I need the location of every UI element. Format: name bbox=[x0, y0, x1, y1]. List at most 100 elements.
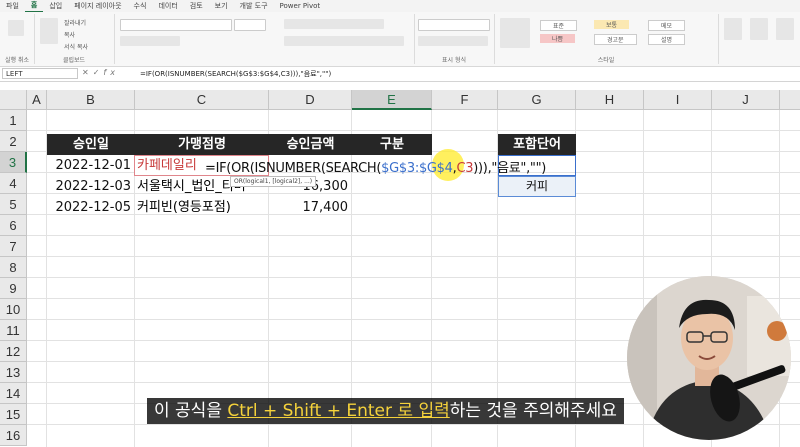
column-header-h[interactable]: H bbox=[576, 90, 644, 110]
cut-button[interactable]: 잘라내기 bbox=[64, 18, 86, 27]
undo-icon[interactable] bbox=[8, 20, 24, 36]
menu-tab-developer[interactable]: 개발 도구 bbox=[234, 0, 274, 12]
alignment-buttons[interactable] bbox=[284, 19, 384, 29]
font-size-select[interactable] bbox=[234, 19, 266, 31]
menu-bar: 파일 홈 삽입 페이지 레이아웃 수식 데이터 검토 보기 개발 도구 Powe… bbox=[0, 0, 800, 13]
menu-tab-file[interactable]: 파일 bbox=[0, 0, 25, 12]
cell-b3[interactable]: 2022-12-01 bbox=[47, 155, 135, 176]
row-header-1[interactable]: 1 bbox=[0, 110, 27, 131]
row-header-5[interactable]: 5 bbox=[0, 194, 27, 215]
row-header-9[interactable]: 9 bbox=[0, 278, 27, 299]
number-format-buttons[interactable] bbox=[418, 36, 488, 46]
format-painter-button[interactable]: 서식 복사 bbox=[64, 42, 88, 51]
merge-center-button[interactable] bbox=[284, 36, 404, 46]
cell-c3[interactable]: 카페데일리 bbox=[137, 155, 197, 176]
column-header-g[interactable]: G bbox=[498, 90, 576, 110]
copy-button[interactable]: 복사 bbox=[64, 30, 75, 39]
styles-group: 표준 나쁨 보통 경고문 메모 설명 스타일 bbox=[494, 14, 719, 64]
cell-c5[interactable]: 커피빈(영등포점) bbox=[137, 197, 231, 218]
style-note[interactable]: 메모 bbox=[648, 20, 686, 31]
formula-range-ref: $G$3:$G$4 bbox=[381, 161, 453, 176]
column-header-a[interactable]: A bbox=[27, 90, 47, 110]
subtitle-highlight: Ctrl + Shift + Enter 로 입력 bbox=[227, 401, 450, 421]
subtitle-after: 하는 것을 주의해주세요 bbox=[449, 401, 617, 421]
formula-bar-icons: ✕✓fx bbox=[82, 68, 119, 77]
column-header-j[interactable]: J bbox=[712, 90, 780, 110]
select-all-corner[interactable] bbox=[0, 90, 27, 110]
column-header-f[interactable]: F bbox=[432, 90, 498, 110]
header-approval-date[interactable]: 승인일 bbox=[47, 134, 135, 155]
row-header-12[interactable]: 12 bbox=[0, 341, 27, 362]
menu-tab-insert[interactable]: 삽입 bbox=[43, 0, 68, 12]
style-bad[interactable]: 나쁨 bbox=[540, 34, 576, 43]
fx-icon[interactable]: fx bbox=[103, 68, 119, 77]
header-approval-amount[interactable]: 승인금액 bbox=[269, 134, 352, 155]
menu-tab-power-pivot[interactable]: Power Pivot bbox=[274, 0, 327, 12]
row-header-11[interactable]: 11 bbox=[0, 320, 27, 341]
formula-cell-ref: C3 bbox=[456, 161, 474, 176]
column-header-d[interactable]: D bbox=[269, 90, 352, 110]
font-name-select[interactable] bbox=[120, 19, 232, 31]
row-header-8[interactable]: 8 bbox=[0, 257, 27, 278]
cancel-icon[interactable]: ✕ bbox=[82, 68, 93, 77]
insert-cells-icon[interactable] bbox=[724, 18, 742, 40]
number-format-group: 표시 형식 bbox=[414, 14, 495, 64]
style-warning[interactable]: 경고문 bbox=[594, 34, 637, 45]
style-normal[interactable]: 표준 bbox=[540, 20, 578, 31]
column-header-c[interactable]: C bbox=[135, 90, 269, 110]
cell-b5[interactable]: 2022-12-05 bbox=[47, 197, 135, 218]
presenter-webcam bbox=[627, 276, 791, 440]
delete-cells-icon[interactable] bbox=[750, 18, 768, 40]
formula-input[interactable]: =IF(OR(ISNUMBER(SEARCH($G$3:$G$4,C3))),"… bbox=[140, 69, 331, 79]
header-category[interactable]: 구분 bbox=[352, 134, 432, 155]
cell-b4[interactable]: 2022-12-03 bbox=[47, 176, 135, 197]
format-cells-icon[interactable] bbox=[776, 18, 794, 40]
formula-prefix: =IF(OR(ISNUMBER(SEARCH( bbox=[205, 161, 382, 176]
formula-bar: LEFT ✕✓fx =IF(OR(ISNUMBER(SEARCH($G$3:$G… bbox=[0, 67, 800, 82]
row-header-14[interactable]: 14 bbox=[0, 383, 27, 404]
row-header-15[interactable]: 15 bbox=[0, 404, 27, 425]
menu-tab-view[interactable]: 보기 bbox=[209, 0, 234, 12]
cell-g4[interactable]: 커피 bbox=[498, 176, 576, 197]
style-explanatory[interactable]: 설명 bbox=[648, 34, 686, 45]
row-header-7[interactable]: 7 bbox=[0, 236, 27, 257]
menu-tab-data[interactable]: 데이터 bbox=[152, 0, 183, 12]
in-cell-formula[interactable]: =IF(OR(ISNUMBER(SEARCH($G$3:$G$4,C3))),"… bbox=[205, 157, 546, 176]
column-header-b[interactable]: B bbox=[47, 90, 135, 110]
row-header-2[interactable]: 2 bbox=[0, 131, 27, 152]
row-header-16[interactable]: 16 bbox=[0, 425, 27, 446]
cell-d5[interactable]: 17,400 bbox=[269, 197, 352, 218]
row-header-13[interactable]: 13 bbox=[0, 362, 27, 383]
menu-tab-page-layout[interactable]: 페이지 레이아웃 bbox=[68, 0, 127, 12]
clipboard-group-label: 클립보드 bbox=[62, 57, 86, 64]
menu-tab-formulas[interactable]: 수식 bbox=[128, 0, 153, 12]
style-neutral[interactable]: 보통 bbox=[594, 20, 630, 29]
name-box[interactable]: LEFT bbox=[2, 68, 78, 79]
clipboard-group: 잘라내기 복사 서식 복사 클립보드 bbox=[34, 14, 115, 64]
function-tooltip: OR(logical1, [logical2], ...) bbox=[230, 176, 317, 187]
presenter-image bbox=[627, 276, 791, 440]
enter-icon[interactable]: ✓ bbox=[93, 68, 104, 77]
row-header-4[interactable]: 4 bbox=[0, 173, 27, 194]
column-header-i[interactable]: I bbox=[644, 90, 712, 110]
cells-group bbox=[718, 14, 800, 64]
paste-icon[interactable] bbox=[40, 18, 58, 44]
menu-tab-review[interactable]: 검토 bbox=[184, 0, 209, 12]
subtitle-before: 이 공식을 bbox=[154, 401, 228, 421]
formula-suffix: ))) bbox=[473, 161, 488, 176]
conditional-format-icon[interactable] bbox=[500, 18, 530, 48]
undo-group-label: 실행 취소 bbox=[5, 57, 29, 64]
column-header-e[interactable]: E bbox=[352, 90, 432, 110]
font-alignment-group bbox=[114, 14, 415, 64]
font-style-buttons[interactable] bbox=[120, 36, 180, 46]
ribbon: 실행 취소 잘라내기 복사 서식 복사 클립보드 표시 형식 표준 나쁨 보통 … bbox=[0, 12, 800, 67]
number-format-select[interactable] bbox=[418, 19, 490, 31]
header-keyword[interactable]: 포함단어 bbox=[498, 134, 576, 155]
undo-group: 실행 취소 bbox=[0, 14, 35, 64]
row-header-3[interactable]: 3 bbox=[0, 152, 27, 173]
row-header-6[interactable]: 6 bbox=[0, 215, 27, 236]
formula-tail: ,"음료","") bbox=[487, 161, 547, 176]
row-header-10[interactable]: 10 bbox=[0, 299, 27, 320]
header-merchant-name[interactable]: 가맹점명 bbox=[135, 134, 269, 155]
column-header-k-partial[interactable] bbox=[780, 90, 800, 110]
